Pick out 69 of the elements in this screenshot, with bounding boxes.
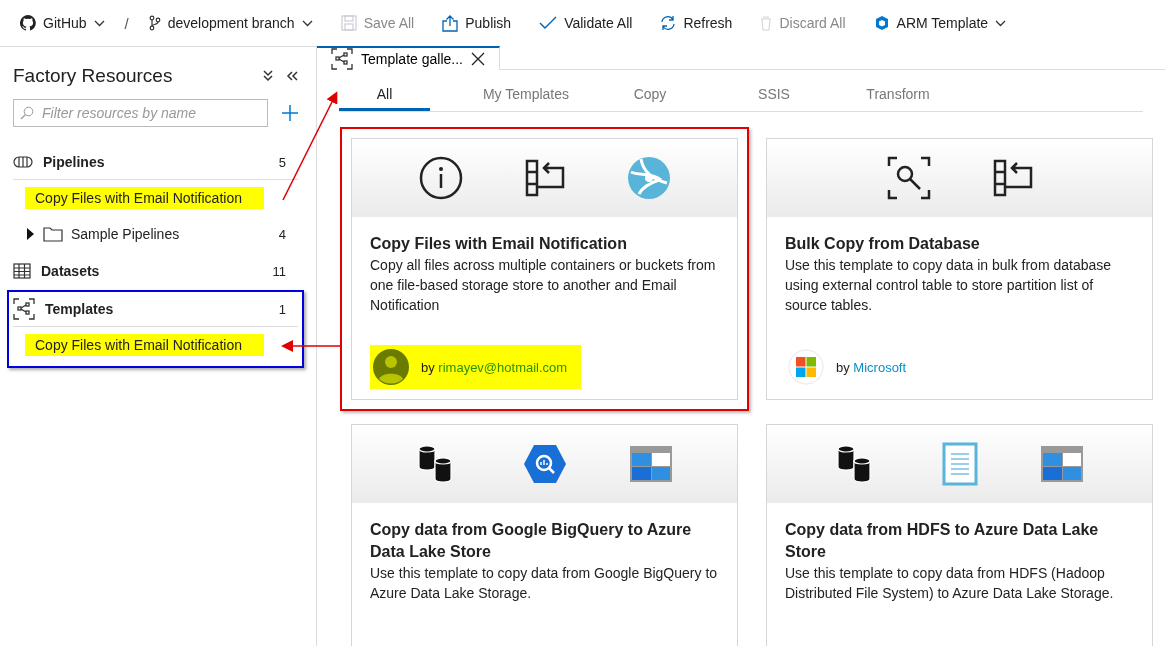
- refresh-icon: [660, 15, 677, 31]
- tree-item[interactable]: Copy Files with Email Notification: [25, 334, 264, 356]
- copy-table-icon: [524, 159, 565, 197]
- template-card[interactable]: Copy data from Google BigQuery to Azure Data Lake Store Use this template to copy data from Google BigQuery to Azure Data Lake Storage.: [351, 424, 738, 646]
- count-label: 1: [278, 301, 287, 317]
- template-description: Use this template to copy data in bulk from database using external control table to store partition list of source tables.: [785, 256, 1113, 315]
- count-label: 4: [278, 226, 287, 242]
- data-lake-icon: [1039, 444, 1084, 484]
- path-separator: /: [123, 14, 130, 32]
- count-label: 11: [272, 263, 287, 279]
- filter-tab[interactable]: Copy: [588, 80, 712, 111]
- avatar-icon: [373, 349, 409, 385]
- toolbar-button[interactable]: Validate All: [525, 7, 647, 39]
- search-icon: [886, 156, 931, 200]
- template-icon: [13, 298, 35, 320]
- filter-field[interactable]: Filter resources by name: [13, 99, 268, 127]
- globe-icon: [626, 156, 671, 200]
- checkmark-icon: [539, 16, 558, 30]
- template-card[interactable]: Copy Files with Email Notification Copy all files across multiple containers or buckets from one file-based storage store to another and Email Notification by rimayev@hotmail.com: [351, 138, 738, 400]
- info-icon: [418, 156, 463, 200]
- toolbar-button[interactable]: ARM Template: [859, 7, 1021, 39]
- bigquery-icon: [522, 444, 567, 484]
- template-card[interactable]: Copy data from HDFS to Azure Data Lake Store Use this template to copy data from HDFS (Hadoop Distributed File System) to Azure Data Lake Storage.: [766, 424, 1153, 646]
- filter-tab[interactable]: All: [339, 80, 430, 111]
- trash-icon: [760, 15, 773, 31]
- microsoft-logo-icon: [788, 349, 824, 385]
- search-icon: [20, 106, 34, 120]
- document-icon: [941, 442, 978, 486]
- section-label[interactable]: Datasets: [41, 263, 263, 279]
- toolbar-button[interactable]: Publish: [428, 7, 526, 39]
- template-description: Use this template to copy data from HDFS (Hadoop Distributed File System) to Azure Data Lake Storage.: [785, 564, 1115, 603]
- document-tab[interactable]: Template galle...: [317, 46, 500, 70]
- template-title: Copy data from HDFS to Azure Data Lake Store: [785, 520, 1100, 562]
- template-title: Bulk Copy from Database: [785, 234, 981, 254]
- template-title: Copy Files with Email Notification: [370, 234, 628, 254]
- triangle-icon[interactable]: [25, 228, 35, 240]
- save-icon: [340, 15, 357, 31]
- section-label[interactable]: Templates: [45, 301, 269, 317]
- cube-icon: [873, 15, 890, 31]
- filter-tab[interactable]: My Templates: [464, 80, 588, 111]
- template-description: Use this template to copy data from Google BigQuery to Azure Data Lake Storage.: [370, 564, 719, 603]
- template-icon: [331, 48, 353, 70]
- template-title: Copy data from Google BigQuery to Azure Data Lake Store: [370, 520, 693, 562]
- tree-item[interactable]: Sample Pipelines: [25, 226, 279, 242]
- toolbar-button[interactable]: development branch: [134, 7, 327, 39]
- author-label: by Microsoft: [836, 359, 907, 375]
- pipeline-icon: [13, 156, 33, 168]
- collapse-all-button[interactable]: [262, 70, 274, 82]
- filter-tab[interactable]: SSIS: [712, 80, 836, 111]
- upload-icon: [442, 14, 459, 32]
- toolbar-button[interactable]: GitHub: [20, 7, 119, 39]
- author-label: by rimayev@hotmail.com: [421, 359, 568, 375]
- template-description: Copy all files across multiple containers or buckets from one file-based storage store to another and Email Notification: [370, 256, 717, 315]
- toolbar-button[interactable]: Refresh: [646, 7, 747, 39]
- filter-tab[interactable]: Transform: [836, 80, 960, 111]
- table-icon: [13, 263, 31, 279]
- panel-title: Factory Resources: [13, 65, 174, 87]
- template-card[interactable]: Bulk Copy from Database Use this template to copy data in bulk from database using external control table to store partition list of source tables. by Microsoft: [766, 138, 1153, 400]
- branch-icon: [148, 15, 161, 31]
- count-label: 5: [278, 154, 287, 170]
- close-icon[interactable]: [470, 52, 485, 66]
- folder-icon: [43, 226, 63, 242]
- collapse-panel-button[interactable]: [286, 70, 298, 82]
- data-lake-icon: [628, 444, 673, 484]
- add-button[interactable]: [282, 105, 298, 121]
- section-label[interactable]: Pipelines: [43, 154, 269, 170]
- copy-table-icon: [992, 159, 1033, 197]
- tree-item[interactable]: Copy Files with Email Notification: [25, 187, 264, 209]
- github-icon: [20, 15, 36, 31]
